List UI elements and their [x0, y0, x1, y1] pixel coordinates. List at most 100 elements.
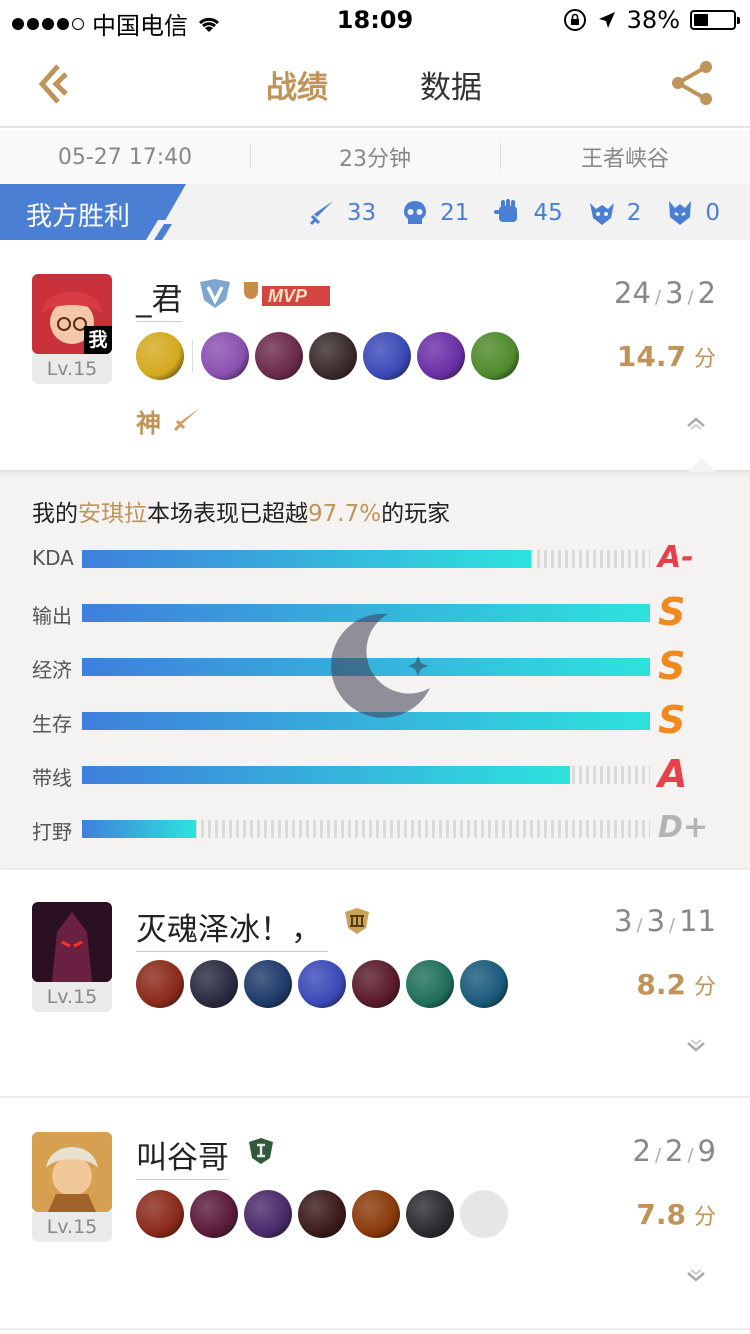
performance-bar: [82, 766, 571, 784]
item-icon[interactable]: [309, 332, 357, 380]
team-stats: 33 21 45 2 0: [291, 198, 720, 228]
mvp-label: MVP: [268, 286, 308, 306]
player-score: 8.2 分: [636, 968, 716, 1001]
rank-badge-icon: [345, 908, 369, 934]
item-icon[interactable]: [244, 1190, 292, 1238]
item-list: [136, 1190, 508, 1238]
kda-deaths: 2: [665, 1134, 684, 1168]
performance-panel: 我的安琪拉本场表现已超越97.7%的玩家 KDA A- 输出 S 经济 S 生存 S 带线 A 打野…: [0, 458, 750, 868]
player-level: Lv.15: [32, 1212, 112, 1242]
kda-assists: 9: [697, 1134, 716, 1168]
item-divider: [192, 339, 193, 373]
card-divider: [0, 1328, 750, 1330]
item-icon[interactable]: [136, 1190, 184, 1238]
kda-deaths: 3: [665, 276, 684, 310]
player-score: 14.7 分: [617, 340, 716, 373]
player-level: Lv.15: [32, 354, 112, 384]
team-kills: 33: [307, 198, 376, 228]
item-icon[interactable]: [471, 332, 519, 380]
player-card-2[interactable]: Lv.15 灭魂泽冰！， 3/3/11 8.2 分: [0, 870, 750, 1096]
hero-portrait: [32, 902, 112, 982]
watermark-moon-icon: [330, 613, 430, 718]
item-list: [136, 960, 508, 1008]
score-unit: 分: [693, 347, 716, 372]
performance-track: [82, 766, 650, 784]
score-unit: 分: [693, 975, 716, 1000]
item-icon[interactable]: [363, 332, 411, 380]
item-icon[interactable]: [190, 960, 238, 1008]
item-icon[interactable]: [298, 960, 346, 1008]
back-icon[interactable]: [32, 60, 80, 108]
collapse-chevron-icon[interactable]: [684, 412, 708, 436]
item-list: [136, 332, 519, 380]
performance-label: 经济: [32, 658, 72, 682]
sword-icon: [309, 201, 333, 226]
score-value: 8.2: [636, 968, 686, 1001]
performance-track: [82, 550, 650, 568]
avatar: [32, 902, 112, 982]
team-tyrants-value: 2: [626, 200, 642, 226]
team-assists: 45: [493, 198, 563, 228]
tab-data[interactable]: 数据: [420, 62, 482, 107]
player-card-3[interactable]: Lv.15 叫谷哥 2/2/9 7.8 分: [0, 1098, 750, 1328]
score-value: 14.7: [616, 340, 686, 373]
player-kda: 24/3/2: [614, 276, 716, 310]
nav-bar: 战绩 数据: [0, 40, 750, 128]
avatar: 我: [32, 274, 112, 354]
item-icon[interactable]: [244, 960, 292, 1008]
performance-label: 打野: [32, 820, 72, 844]
headline-middle: 本场表现已超越: [147, 501, 308, 527]
performance-bar: [82, 820, 196, 838]
panel-pointer: [688, 458, 716, 472]
expand-chevron-icon[interactable]: [684, 1034, 708, 1058]
item-icon[interactable]: [352, 1190, 400, 1238]
item-icon[interactable]: [201, 332, 249, 380]
performance-track: [82, 820, 650, 838]
status-bar: 中国电信 18:09 38%: [0, 0, 750, 40]
headline-prefix: 我的: [32, 501, 78, 527]
score-value: 7.8: [636, 1198, 686, 1231]
player-kda: 2/2/9: [632, 1134, 716, 1168]
mvp-badge: MVP: [244, 282, 330, 306]
team-overlords: 0: [665, 198, 720, 228]
victory-label: 我方胜利: [26, 202, 131, 232]
share-icon[interactable]: [668, 58, 718, 108]
item-icon[interactable]: [190, 1190, 238, 1238]
item-icon[interactable]: [298, 1190, 346, 1238]
overlord-icon: [669, 201, 692, 225]
player-card-1[interactable]: 我 Lv.15 _君 MVP 24/3/2 14.7 分 神: [0, 240, 750, 470]
kda-assists: 11: [679, 904, 716, 938]
player-score: 7.8 分: [636, 1198, 716, 1231]
item-icon[interactable]: [460, 960, 508, 1008]
item-icon[interactable]: [417, 332, 465, 380]
item-icon[interactable]: [352, 960, 400, 1008]
skull-icon: [404, 201, 427, 224]
team-deaths-value: 21: [440, 200, 470, 226]
performance-label: 带线: [32, 766, 72, 790]
performance-headline: 我的安琪拉本场表现已超越97.7%的玩家: [32, 494, 450, 528]
item-icon[interactable]: [136, 332, 184, 380]
kda-kills: 3: [614, 904, 633, 938]
fist-icon: [494, 199, 518, 222]
performance-row: 打野 D+: [32, 810, 722, 846]
headline-suffix: 的玩家: [381, 501, 451, 527]
performance-label: 输出: [32, 604, 72, 628]
location-icon: [598, 12, 615, 28]
performance-row: KDA A-: [32, 540, 722, 576]
performance-label: 生存: [32, 712, 72, 736]
result-bar: 我方胜利 33 21 45 2 0: [0, 184, 750, 240]
player-level: Lv.15: [32, 982, 112, 1012]
item-icon[interactable]: [136, 960, 184, 1008]
performance-grade: S: [658, 698, 686, 742]
rank-badge-icon: [249, 1138, 273, 1164]
item-icon[interactable]: [406, 1190, 454, 1238]
item-icon[interactable]: [255, 332, 303, 380]
item-icon[interactable]: [406, 960, 454, 1008]
expand-chevron-icon[interactable]: [684, 1264, 708, 1288]
performance-grade: D+: [658, 810, 709, 845]
item-icon[interactable]: [460, 1190, 508, 1238]
performance-row: 带线 A: [32, 752, 722, 796]
match-date: 05-27 17:40: [57, 144, 193, 170]
player-name: 叫谷哥: [136, 1132, 229, 1180]
tab-record[interactable]: 战绩: [266, 62, 328, 107]
